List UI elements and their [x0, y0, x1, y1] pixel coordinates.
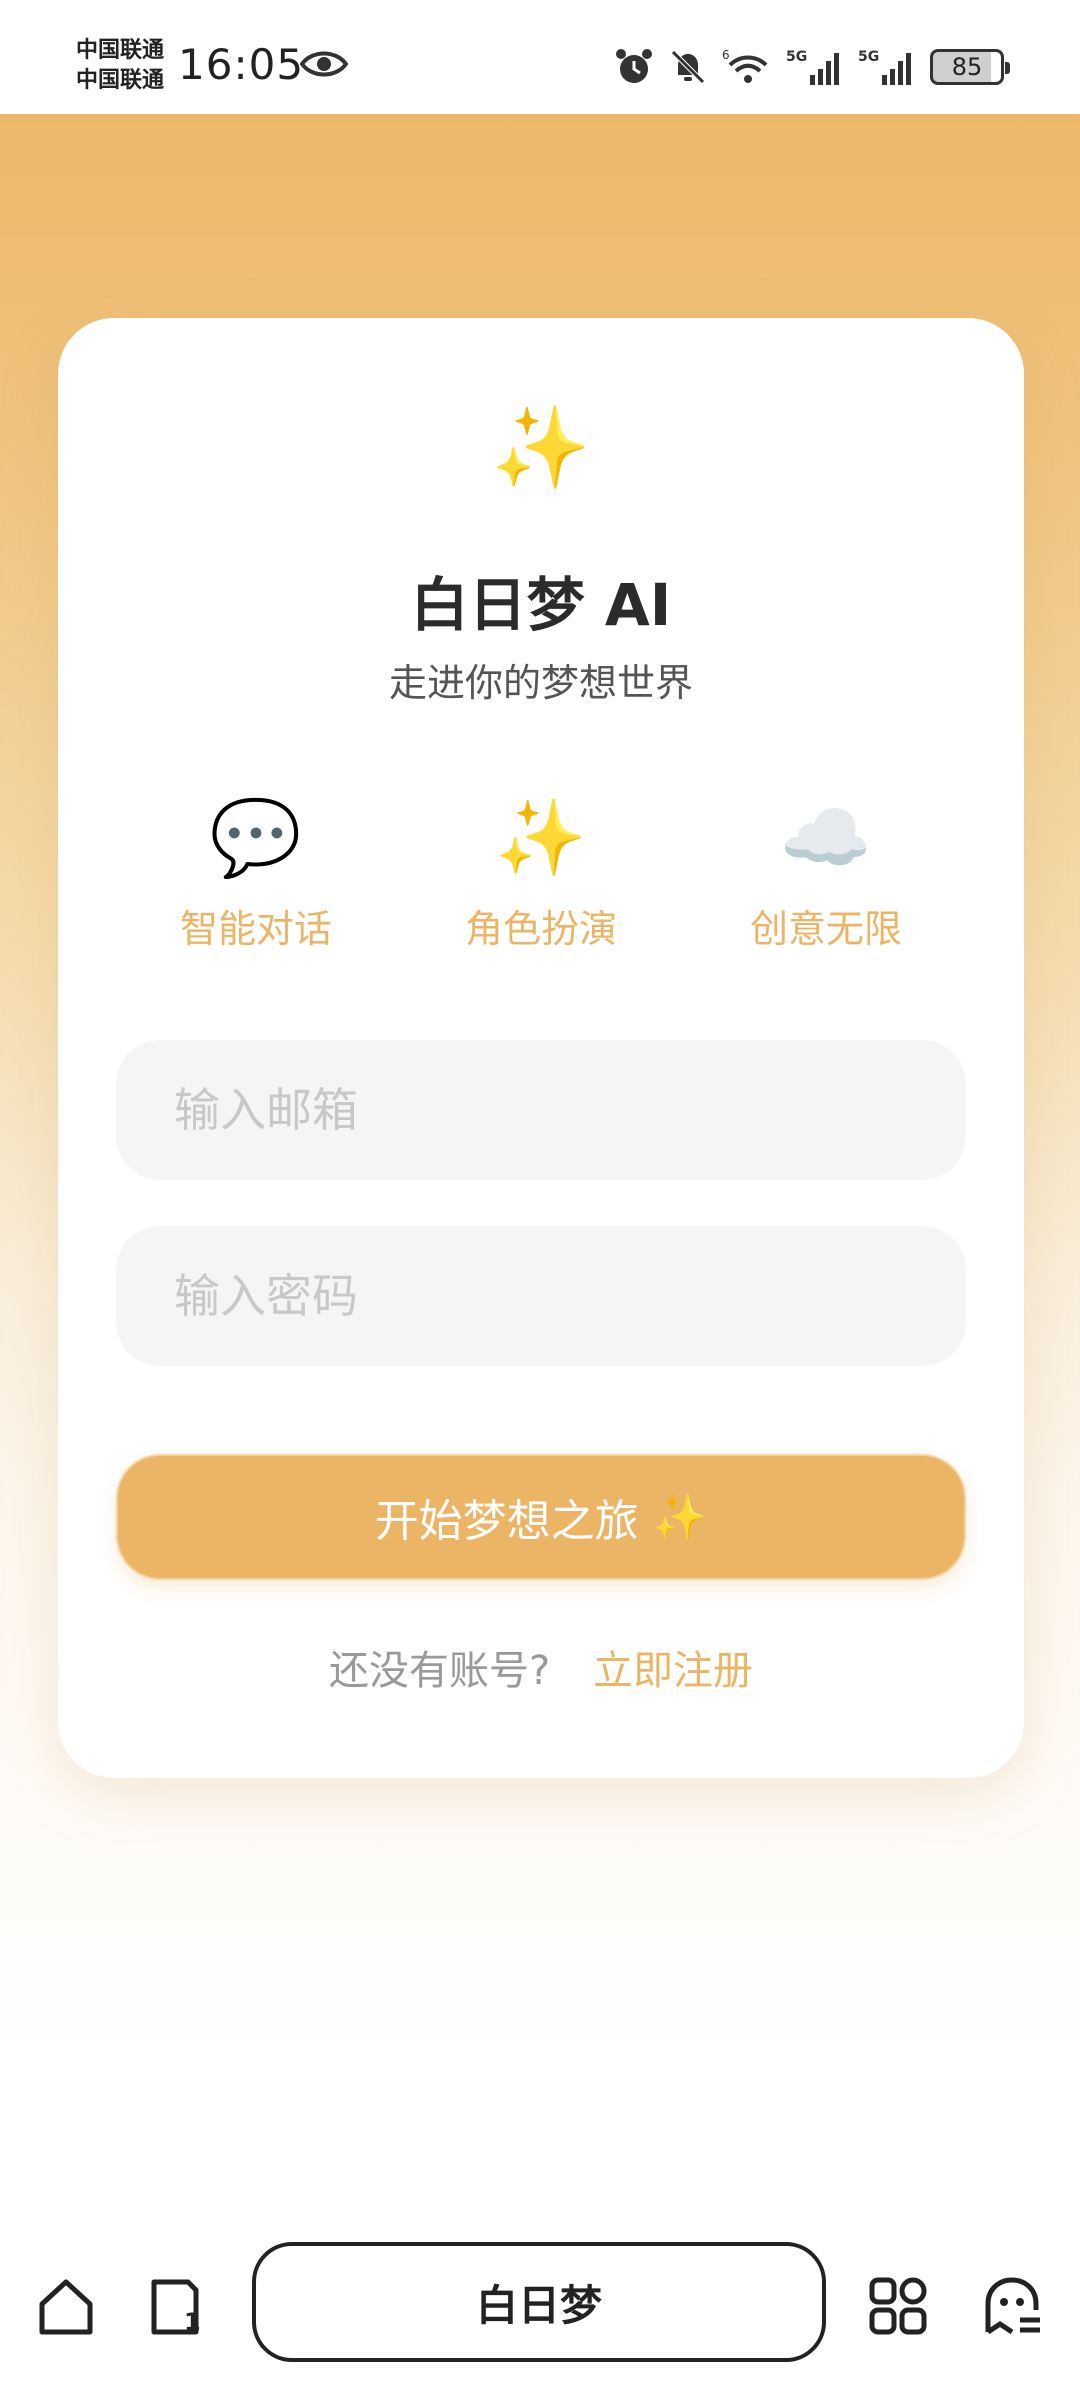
eye-icon	[300, 51, 348, 77]
cloud-icon: ☁️	[779, 795, 873, 881]
sparkles-icon: ✨	[652, 1492, 708, 1543]
battery-indicator: 85	[930, 49, 1010, 85]
mute-bell-icon	[671, 50, 705, 84]
apps-grid-icon[interactable]	[866, 2274, 930, 2338]
feature-label: 智能对话	[179, 907, 332, 951]
wifi-icon: 6	[722, 48, 768, 83]
register-prompt: 还没有账号?	[329, 1648, 551, 1694]
signal-5g-icon: 5G	[786, 49, 839, 85]
app-subtitle: 走进你的梦想世界	[388, 661, 693, 705]
feature-creative: ☁️ 创意无限	[696, 788, 956, 953]
password-field[interactable]	[116, 1226, 966, 1366]
start-journey-label: 开始梦想之旅	[374, 1496, 639, 1547]
sparkles-icon: ✨	[494, 795, 588, 881]
sparkles-icon: ✨	[491, 401, 591, 494]
register-link[interactable]: 立即注册	[593, 1648, 753, 1694]
svg-text:1: 1	[184, 2308, 201, 2336]
app-title: 白日梦 AI	[410, 571, 672, 639]
signal-5g-icon-2: 5G	[858, 49, 911, 85]
feature-label: 角色扮演	[464, 907, 617, 951]
status-icons: 6 5G 5G 85	[614, 44, 1010, 90]
email-field[interactable]	[116, 1040, 966, 1180]
browser-bottom-bar: 1 白日梦	[0, 2234, 1080, 2392]
tabs-icon[interactable]: 1	[144, 2274, 208, 2338]
status-bar: 中国联通 中国联通 16:05 6 5G 5G 85	[0, 0, 1080, 114]
feature-chat: 💬 智能对话	[126, 788, 386, 953]
alarm-icon	[616, 49, 652, 83]
address-bar[interactable]: 白日梦	[252, 2242, 826, 2362]
feature-label: 创意无限	[749, 907, 902, 951]
carrier-2: 中国联通	[76, 68, 165, 93]
home-icon[interactable]	[34, 2274, 98, 2338]
carrier-1: 中国联通	[76, 38, 165, 63]
carrier-labels: 中国联通 中国联通	[76, 36, 164, 96]
svg-text:6: 6	[722, 48, 730, 62]
svg-text:5G: 5G	[786, 49, 807, 65]
svg-text:5G: 5G	[858, 49, 879, 65]
register-row: 还没有账号? 立即注册	[58, 1638, 1024, 1696]
menu-ghost-icon[interactable]	[980, 2274, 1044, 2338]
start-journey-button[interactable]: 开始梦想之旅 ✨	[116, 1454, 966, 1580]
speech-bubble-icon: 💬	[209, 795, 303, 881]
feature-roleplay: ✨ 角色扮演	[411, 788, 671, 953]
login-card: ✨ 白日梦 AI 走进你的梦想世界 💬 智能对话 ✨ 角色扮演 ☁️ 创意无限 …	[58, 318, 1024, 1778]
feature-list: 💬 智能对话 ✨ 角色扮演 ☁️ 创意无限	[58, 788, 1024, 968]
clock: 16:05	[178, 40, 305, 89]
